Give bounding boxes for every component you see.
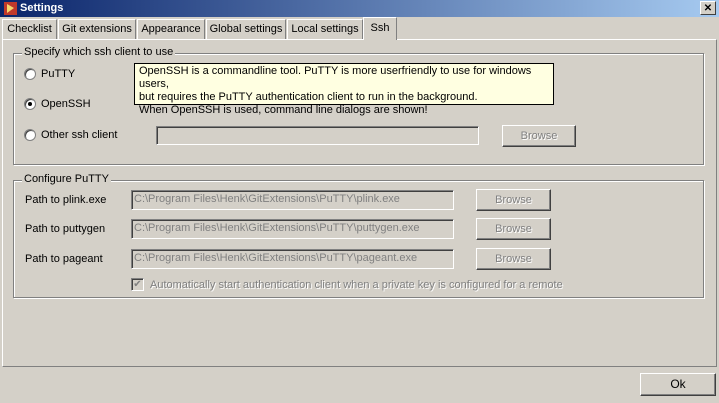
- tooltip-line: When OpenSSH is used, command line dialo…: [139, 104, 428, 116]
- plink-browse-button[interactable]: Browse: [476, 189, 551, 211]
- tab-label: Git extensions: [62, 23, 132, 35]
- openssh-radio-label[interactable]: OpenSSH: [41, 98, 91, 110]
- tab-checklist[interactable]: Checklist: [2, 19, 57, 39]
- tab-global-settings[interactable]: Global settings: [206, 19, 286, 39]
- pageant-browse-button[interactable]: Browse: [476, 248, 551, 270]
- puttygen-path-input[interactable]: C:\Program Files\Henk\GitExtensions\PuTT…: [131, 219, 454, 239]
- other-ssh-browse-button[interactable]: Browse: [502, 125, 576, 147]
- checkmark-icon: ✔: [133, 279, 142, 290]
- auto-start-checkbox[interactable]: ✔: [131, 278, 144, 291]
- openssh-radio[interactable]: [24, 98, 36, 110]
- title-bar: Settings ✕: [0, 0, 719, 17]
- tooltip: OpenSSH is a commandline tool. PuTTY is …: [134, 63, 554, 116]
- tab-label: Appearance: [141, 23, 201, 35]
- app-icon: [4, 2, 17, 15]
- button-label: Browse: [495, 253, 532, 265]
- tab-label: Checklist: [7, 23, 52, 35]
- window-title: Settings: [20, 2, 64, 14]
- tab-label: Ssh: [370, 22, 390, 34]
- button-label: Browse: [495, 223, 532, 235]
- plink-path-input[interactable]: C:\Program Files\Henk\GitExtensions\PuTT…: [131, 190, 454, 210]
- puttygen-browse-button[interactable]: Browse: [476, 218, 551, 240]
- other-ssh-client-radio[interactable]: [24, 129, 36, 141]
- close-icon: ✕: [703, 3, 713, 14]
- button-label: Browse: [520, 130, 558, 142]
- pageant-path-label: Path to pageant: [25, 253, 103, 265]
- putty-radio[interactable]: [24, 68, 36, 80]
- putty-radio-label[interactable]: PuTTY: [41, 68, 75, 80]
- tooltip-line: OpenSSH is a commandline tool. PuTTY is …: [139, 65, 532, 90]
- tab-ssh[interactable]: Ssh: [363, 17, 397, 40]
- button-label: Browse: [495, 194, 532, 206]
- radio-selected-dot: [28, 102, 32, 106]
- tab-local-settings[interactable]: Local settings: [287, 19, 363, 39]
- tab-git-extensions[interactable]: Git extensions: [58, 19, 136, 39]
- close-button[interactable]: ✕: [700, 1, 716, 15]
- puttygen-path-label: Path to puttygen: [25, 223, 106, 235]
- pageant-path-input[interactable]: C:\Program Files\Henk\GitExtensions\PuTT…: [131, 249, 454, 269]
- tab-appearance[interactable]: Appearance: [137, 19, 205, 39]
- ok-button[interactable]: Ok: [640, 373, 716, 396]
- other-ssh-client-path-input[interactable]: [156, 126, 479, 145]
- button-label: Ok: [670, 377, 686, 391]
- tab-label: Global settings: [209, 23, 283, 35]
- other-ssh-client-radio-label[interactable]: Other ssh client: [41, 129, 117, 141]
- ssh-client-group-legend: Specify which ssh client to use: [22, 46, 176, 59]
- tab-label: Local settings: [291, 23, 359, 35]
- plink-path-label: Path to plink.exe: [25, 194, 107, 206]
- auto-start-checkbox-label[interactable]: Automatically start authentication clien…: [150, 279, 563, 291]
- tooltip-line: but requires the PuTTY authentication cl…: [139, 91, 478, 103]
- configure-putty-group-legend: Configure PuTTY: [22, 173, 111, 186]
